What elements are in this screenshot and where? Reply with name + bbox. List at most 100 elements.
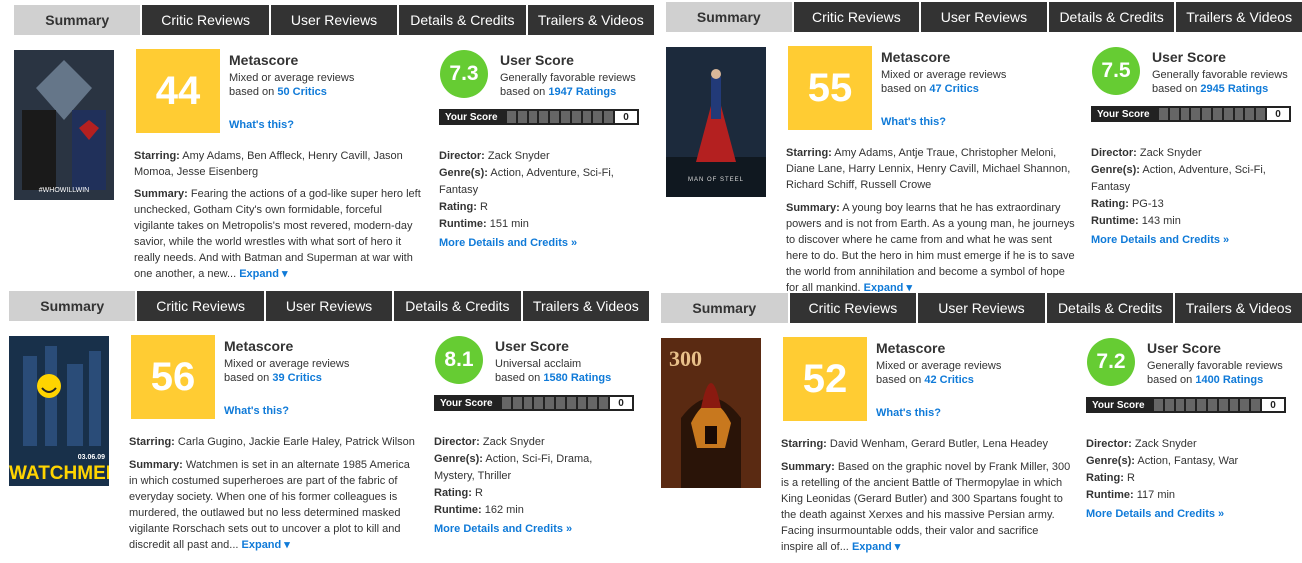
your-score-segment[interactable] [1164,399,1174,411]
expand-link[interactable]: Expand ▾ [239,268,287,280]
critics-link[interactable]: 42 Critics [924,374,974,386]
tab-critic-reviews[interactable]: Critic Reviews [137,291,264,321]
your-score-segment[interactable] [545,397,554,409]
tab-user-reviews[interactable]: User Reviews [921,2,1047,32]
your-score-segment[interactable] [566,397,576,409]
your-score-segment[interactable] [1218,399,1228,411]
your-score-segment[interactable] [582,111,592,123]
your-score-segment[interactable] [1159,108,1168,120]
ratings-link[interactable]: 1580 Ratings [543,372,611,384]
your-score-segment[interactable] [1191,108,1201,120]
your-score-bar[interactable]: Your Score 0 [1086,397,1286,413]
your-score-segment[interactable] [560,111,570,123]
tab-critic-reviews[interactable]: Critic Reviews [142,5,269,35]
your-score-segment[interactable] [1245,108,1255,120]
genres-label: Genre(s): [434,453,483,465]
your-score-segment[interactable] [512,397,522,409]
your-score-segment[interactable] [588,397,598,409]
metascore-basis: based on 50 Critics [229,85,354,99]
your-score-segment[interactable] [550,111,559,123]
tab-critic-reviews[interactable]: Critic Reviews [793,2,920,32]
your-score-segment[interactable] [507,111,516,123]
movie-poster[interactable]: 03.06.09 WATCHMEN [9,336,109,486]
your-score-segment[interactable] [1207,399,1217,411]
your-score-segment[interactable] [604,111,613,123]
tab-trailers-videos[interactable]: Trailers & Videos [527,5,654,35]
userscore-title: User Score [495,338,569,354]
critics-link[interactable]: 39 Critics [272,372,322,384]
whats-this-link[interactable]: What's this? [229,119,294,131]
your-score-segment[interactable] [1175,399,1185,411]
tab-user-reviews[interactable]: User Reviews [270,5,398,35]
movie-poster[interactable]: MAN OF STEEL [666,47,766,197]
metascore-basis: based on 42 Critics [876,373,1001,387]
tab-user-reviews[interactable]: User Reviews [918,293,1045,323]
your-score-segment[interactable] [539,111,549,123]
your-score-segment[interactable] [1256,108,1265,120]
your-score-bar[interactable]: Your Score 0 [1091,106,1291,122]
tab-critic-reviews[interactable]: Critic Reviews [789,293,917,323]
whats-this-link[interactable]: What's this? [224,405,289,417]
more-details-link[interactable]: More Details and Credits » [434,521,624,538]
ratings-link[interactable]: 2945 Ratings [1200,83,1268,95]
more-details-link[interactable]: More Details and Credits » [1086,506,1276,523]
runtime-label: Runtime: [1086,489,1134,501]
your-score-segment[interactable] [1251,399,1260,411]
tab-trailers-videos[interactable]: Trailers & Videos [1176,2,1302,32]
based-on-text: based on [229,86,275,98]
your-score-segment[interactable] [555,397,565,409]
your-score-segment[interactable] [1212,108,1222,120]
tab-details-credits[interactable]: Details & Credits [1048,2,1175,32]
tab-details-credits[interactable]: Details & Credits [399,5,526,35]
more-details-link[interactable]: More Details and Credits » [439,235,629,252]
whats-this-link[interactable]: What's this? [881,116,946,128]
expand-link[interactable]: Expand ▾ [864,282,912,292]
your-score-segment[interactable] [1197,399,1206,411]
your-score-segment[interactable] [1186,399,1196,411]
your-score-segment[interactable] [1180,108,1190,120]
runtime-value: 151 min [489,218,529,230]
metascore-verdict: Mixed or average reviews [224,358,350,370]
your-score-segment[interactable] [502,397,511,409]
your-score-segment[interactable] [517,111,527,123]
more-details-link[interactable]: More Details and Credits » [1091,232,1281,249]
tab-summary[interactable]: Summary [661,293,788,323]
expand-link[interactable]: Expand ▾ [852,541,900,553]
userscore-description: Generally favorable reviews based on 294… [1152,68,1288,96]
your-score-segment[interactable] [1202,108,1211,120]
poster-date: 03.06.09 [77,454,105,461]
your-score-segment[interactable] [523,397,533,409]
your-score-segment[interactable] [571,111,581,123]
movie-poster[interactable]: #WHOWILLWIN [14,50,114,200]
userscore-verdict: Generally favorable reviews [500,72,636,84]
your-score-segment[interactable] [1229,399,1239,411]
your-score-segment[interactable] [1154,399,1163,411]
your-score-bar[interactable]: Your Score 0 [439,109,639,125]
tab-details-credits[interactable]: Details & Credits [1046,293,1174,323]
tab-summary[interactable]: Summary [666,2,792,32]
your-score-segment[interactable] [1234,108,1244,120]
metascore-verdict: Mixed or average reviews [881,69,1007,81]
your-score-segment[interactable] [1223,108,1233,120]
your-score-segment[interactable] [1169,108,1179,120]
expand-link[interactable]: Expand ▾ [242,539,290,551]
whats-this-link[interactable]: What's this? [876,407,941,419]
tab-trailers-videos[interactable]: Trailers & Videos [1175,293,1302,323]
movie-poster[interactable]: 300 [661,338,761,488]
ratings-link[interactable]: 1400 Ratings [1195,374,1263,386]
tab-details-credits[interactable]: Details & Credits [394,291,521,321]
critics-link[interactable]: 47 Critics [929,83,979,95]
tab-summary[interactable]: Summary [9,291,136,321]
your-score-segment[interactable] [1240,399,1250,411]
your-score-segment[interactable] [528,111,538,123]
your-score-bar[interactable]: Your Score 0 [434,395,634,411]
tab-trailers-videos[interactable]: Trailers & Videos [522,291,649,321]
your-score-segment[interactable] [593,111,603,123]
tab-user-reviews[interactable]: User Reviews [265,291,393,321]
your-score-segment[interactable] [534,397,544,409]
ratings-link[interactable]: 1947 Ratings [548,86,616,98]
tab-summary[interactable]: Summary [14,5,141,35]
your-score-segment[interactable] [599,397,608,409]
your-score-segment[interactable] [577,397,587,409]
critics-link[interactable]: 50 Critics [277,86,327,98]
